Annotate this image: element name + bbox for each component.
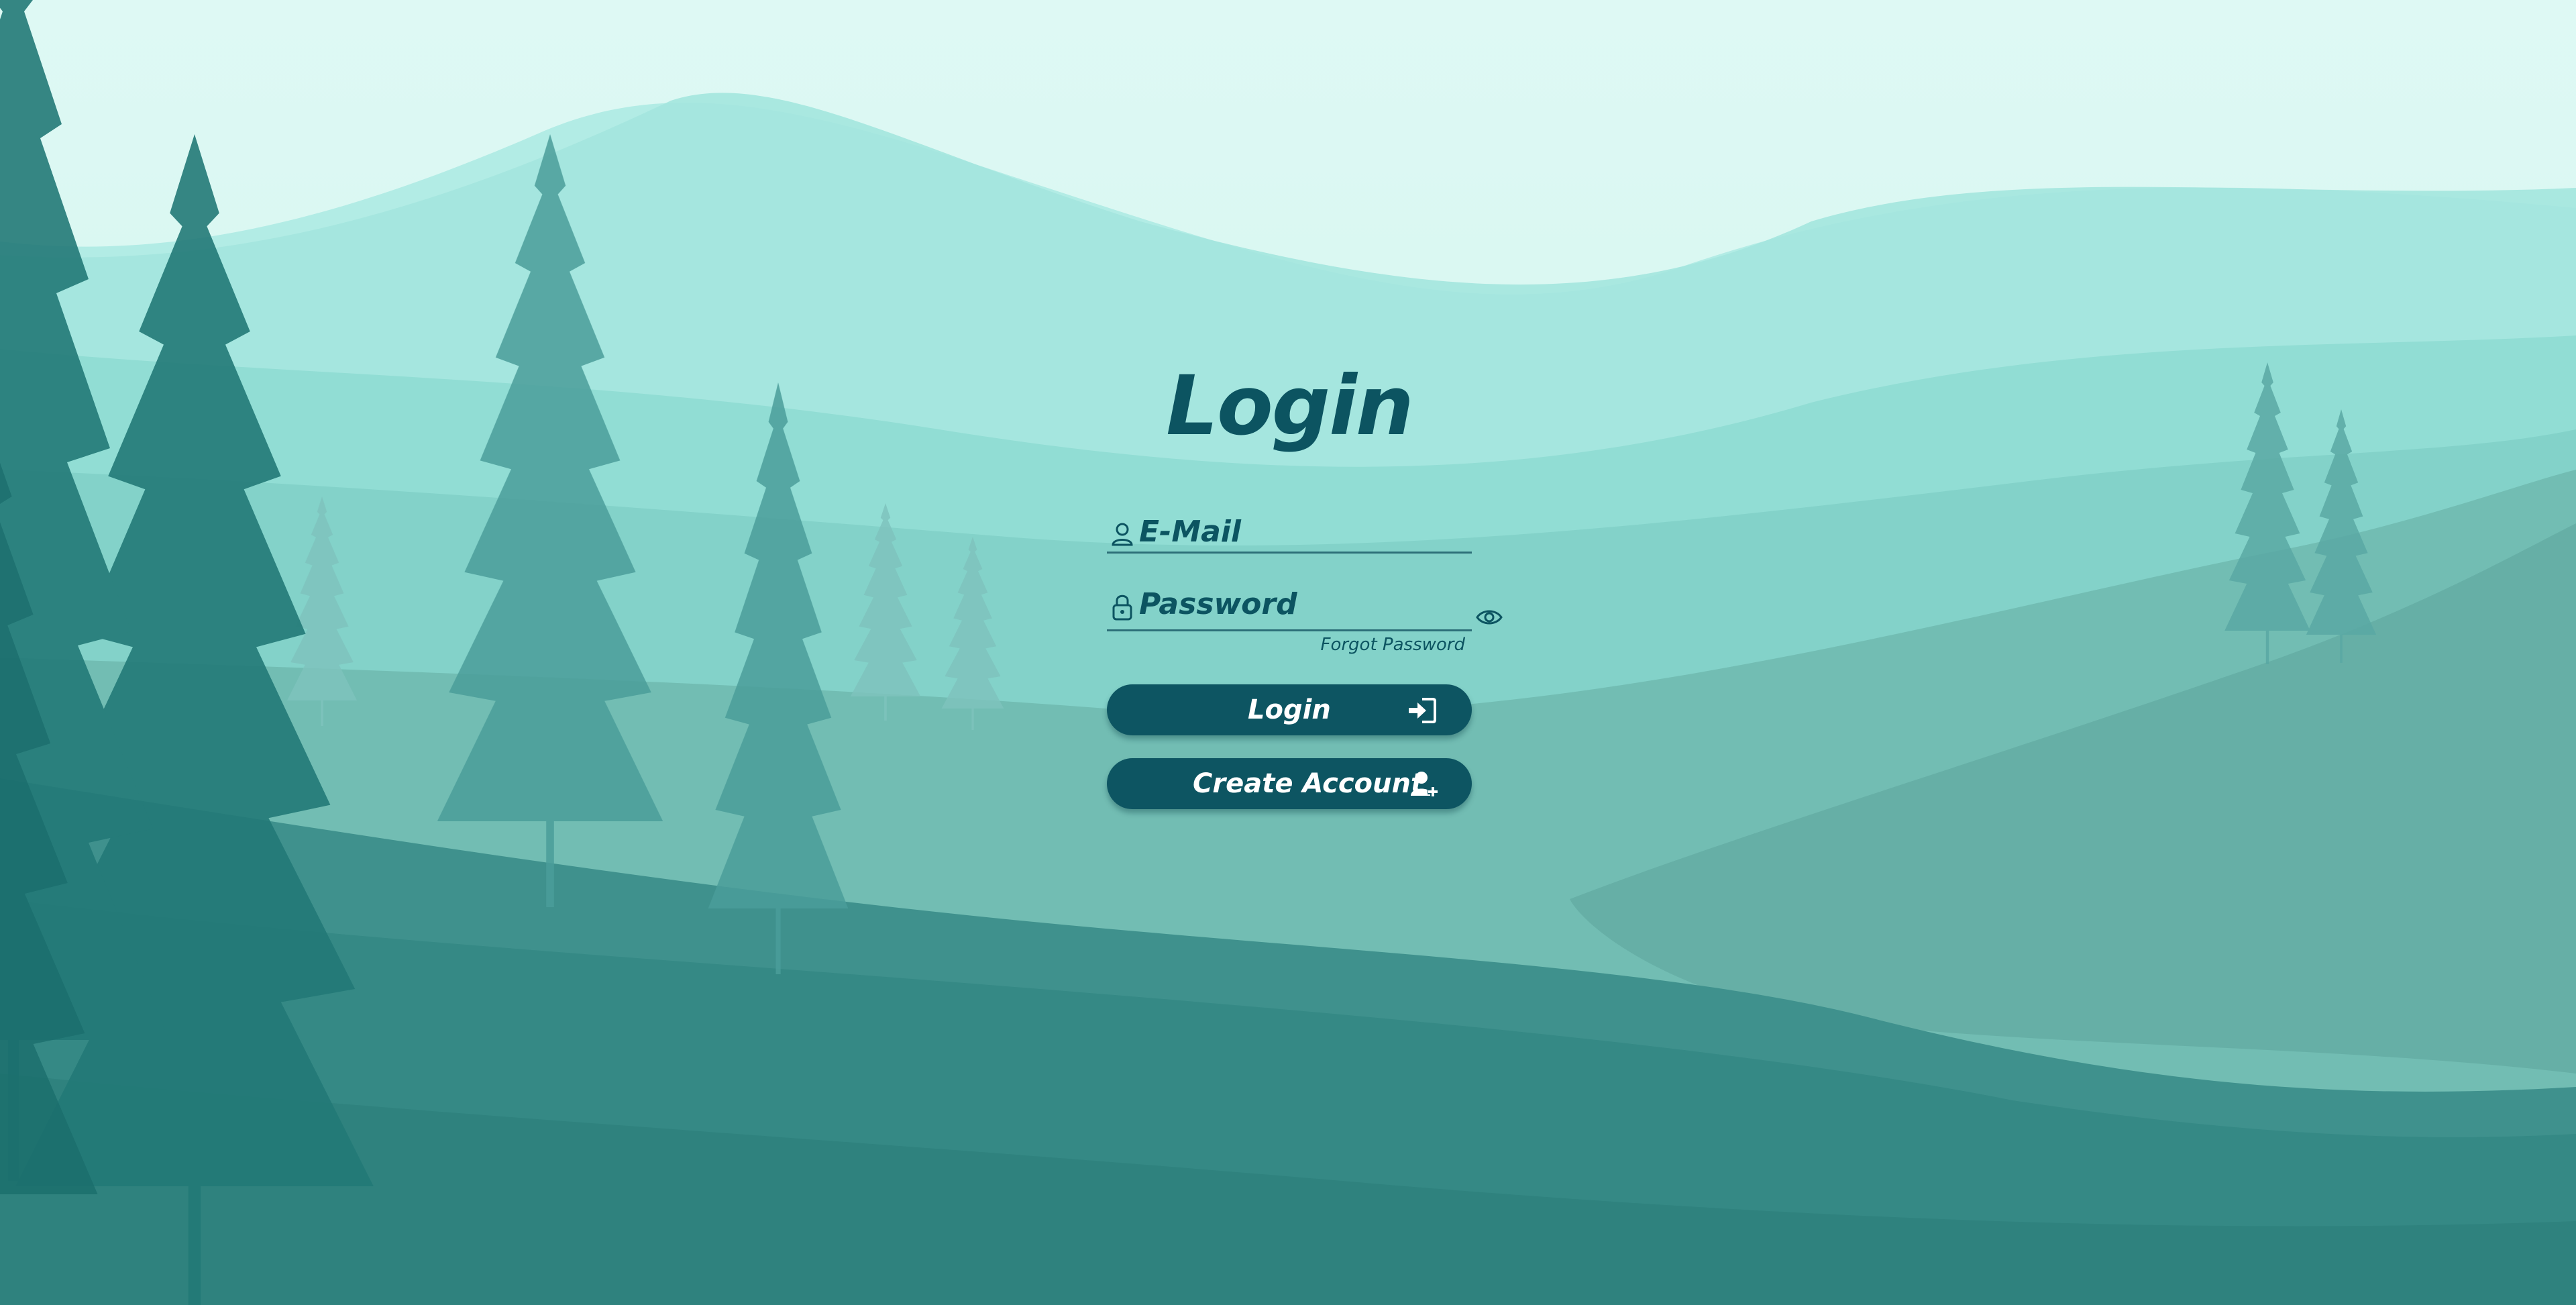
sign-in-icon (1409, 698, 1436, 723)
login-button-label: Login (1248, 694, 1331, 725)
user-icon (1112, 523, 1133, 546)
login-button[interactable]: Login (1107, 684, 1472, 735)
lock-icon (1112, 594, 1132, 621)
email-field[interactable] (1107, 511, 1472, 554)
user-plus-icon (1411, 772, 1438, 797)
create-account-button[interactable]: Create Account (1107, 758, 1472, 809)
forgot-password-link[interactable]: Forgot Password (1107, 635, 1466, 655)
page-title: Login (1166, 358, 1414, 454)
create-account-button-label: Create Account (1193, 768, 1424, 799)
password-field[interactable] (1107, 577, 1472, 631)
email-input[interactable] (1139, 513, 1461, 550)
eye-icon[interactable] (1476, 607, 1503, 627)
password-input[interactable] (1139, 585, 1461, 623)
